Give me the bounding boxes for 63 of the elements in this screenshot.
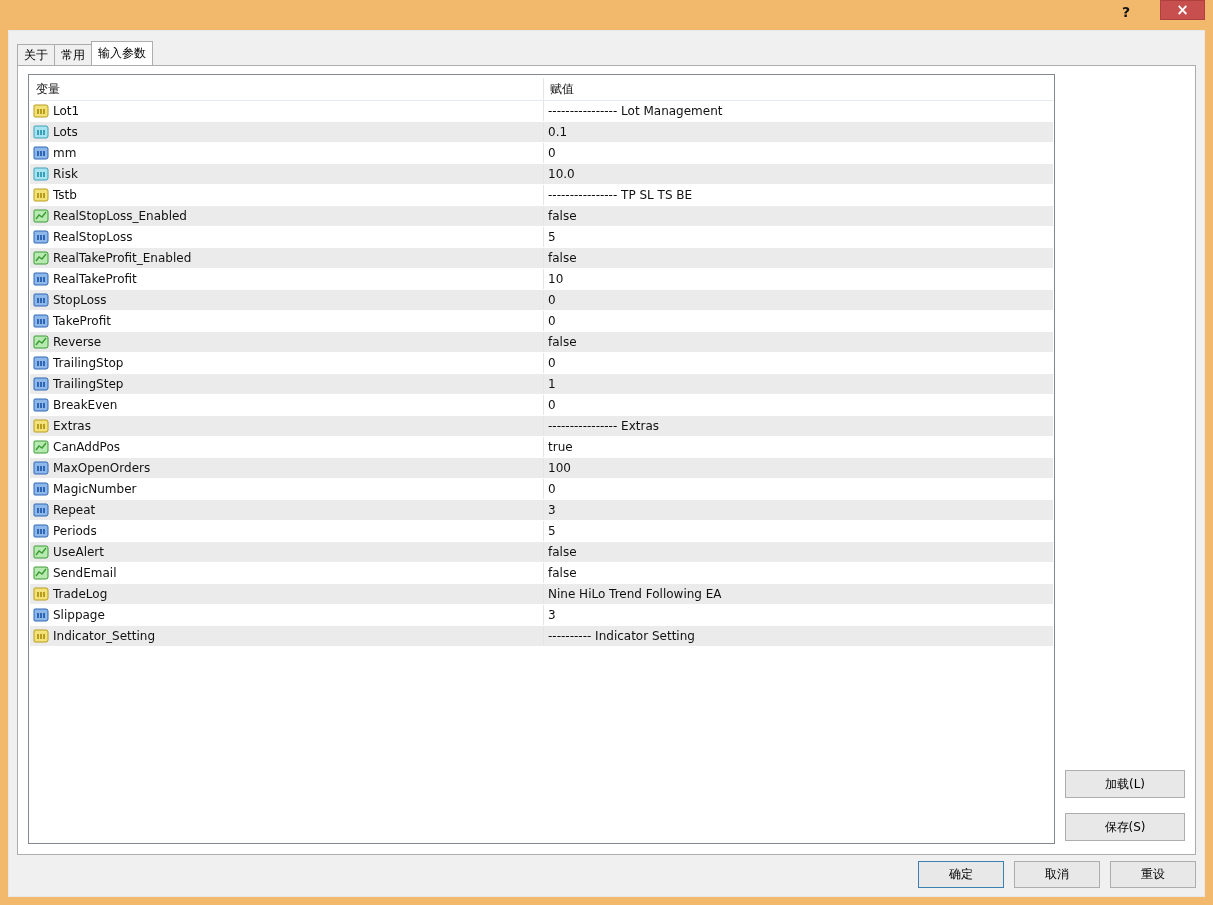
parameter-name[interactable]: UseAlert bbox=[53, 545, 104, 559]
parameter-name[interactable]: TrailingStop bbox=[53, 356, 124, 370]
parameter-value[interactable]: false bbox=[548, 545, 577, 559]
parameter-name[interactable]: BreakEven bbox=[53, 398, 118, 412]
side-button[interactable]: 保存(S) bbox=[1065, 813, 1185, 841]
column-header[interactable]: 赋值 bbox=[544, 78, 1053, 100]
tab[interactable]: 关于 bbox=[17, 44, 55, 65]
parameter-name[interactable]: Extras bbox=[53, 419, 91, 433]
parameter-name[interactable]: StopLoss bbox=[53, 293, 107, 307]
parameter-value[interactable]: false bbox=[548, 566, 577, 580]
parameter-value[interactable]: false bbox=[548, 209, 577, 223]
parameter-name[interactable]: RealStopLoss_Enabled bbox=[53, 209, 187, 223]
parameter-value[interactable]: 3 bbox=[548, 608, 556, 622]
parameter-name[interactable]: Slippage bbox=[53, 608, 105, 622]
parameter-value[interactable]: 0 bbox=[548, 146, 556, 160]
parameter-name[interactable]: Repeat bbox=[53, 503, 96, 517]
parameter-value[interactable]: ---------------- Lot Management bbox=[548, 104, 723, 118]
parameter-name[interactable]: Periods bbox=[53, 524, 97, 538]
parameter-value[interactable]: 10 bbox=[548, 272, 564, 286]
dialog-button[interactable]: 重设 bbox=[1110, 861, 1196, 888]
parameter-value[interactable]: 0 bbox=[548, 356, 556, 370]
parameter-value[interactable]: 0 bbox=[548, 293, 556, 307]
parameter-name[interactable]: MaxOpenOrders bbox=[53, 461, 151, 475]
parameter-name[interactable]: Risk bbox=[53, 167, 78, 181]
column-header[interactable]: 变量 bbox=[30, 78, 544, 100]
parameter-name[interactable]: SendEmail bbox=[53, 566, 117, 580]
parameter-value[interactable]: 0 bbox=[548, 398, 556, 412]
parameter-value[interactable]: ---------- Indicator Setting bbox=[548, 629, 695, 643]
parameter-name[interactable]: mm bbox=[53, 146, 77, 160]
parameter-value[interactable]: 0 bbox=[548, 482, 556, 496]
help-button[interactable]: ? bbox=[1121, 4, 1130, 20]
parameter-value[interactable]: 5 bbox=[548, 524, 556, 538]
parameter-value[interactable]: 10.0 bbox=[548, 167, 575, 181]
tab[interactable]: 输入参数 bbox=[91, 41, 153, 65]
close-button[interactable]: × bbox=[1160, 0, 1205, 20]
parameter-name[interactable]: CanAddPos bbox=[53, 440, 120, 454]
parameter-name[interactable]: RealStopLoss bbox=[53, 230, 133, 244]
parameter-value[interactable]: 5 bbox=[548, 230, 556, 244]
dialog-button[interactable]: 取消 bbox=[1014, 861, 1100, 888]
parameter-value[interactable]: 100 bbox=[548, 461, 571, 475]
parameter-name[interactable]: TakeProfit bbox=[53, 314, 111, 328]
parameter-name[interactable]: MagicNumber bbox=[53, 482, 137, 496]
parameter-value[interactable]: Nine HiLo Trend Following EA bbox=[548, 587, 722, 601]
parameter-value[interactable]: 0 bbox=[548, 314, 556, 328]
parameter-value[interactable]: 3 bbox=[548, 503, 556, 517]
side-button[interactable]: 加载(L) bbox=[1065, 770, 1185, 798]
parameter-name[interactable]: Reverse bbox=[53, 335, 102, 349]
parameter-name[interactable]: RealTakeProfit_Enabled bbox=[53, 251, 192, 265]
parameter-name[interactable]: Indicator_Setting bbox=[53, 629, 155, 643]
parameter-value[interactable]: true bbox=[548, 440, 573, 454]
parameter-name[interactable]: Tstb bbox=[53, 188, 77, 202]
parameter-name[interactable]: TradeLog bbox=[53, 587, 108, 601]
parameter-name[interactable]: Lots bbox=[53, 125, 78, 139]
parameter-value[interactable]: ---------------- Extras bbox=[548, 419, 660, 433]
parameter-value[interactable]: ---------------- TP SL TS BE bbox=[548, 188, 693, 202]
parameter-name[interactable]: Lot1 bbox=[53, 104, 80, 118]
parameter-value[interactable]: 1 bbox=[548, 377, 556, 391]
dialog-button[interactable]: 确定 bbox=[918, 861, 1004, 888]
parameter-name[interactable]: TrailingStep bbox=[53, 377, 124, 391]
parameter-value[interactable]: false bbox=[548, 251, 577, 265]
parameter-value[interactable]: 0.1 bbox=[548, 125, 568, 139]
parameter-name[interactable]: RealTakeProfit bbox=[53, 272, 137, 286]
parameter-value[interactable]: false bbox=[548, 335, 577, 349]
